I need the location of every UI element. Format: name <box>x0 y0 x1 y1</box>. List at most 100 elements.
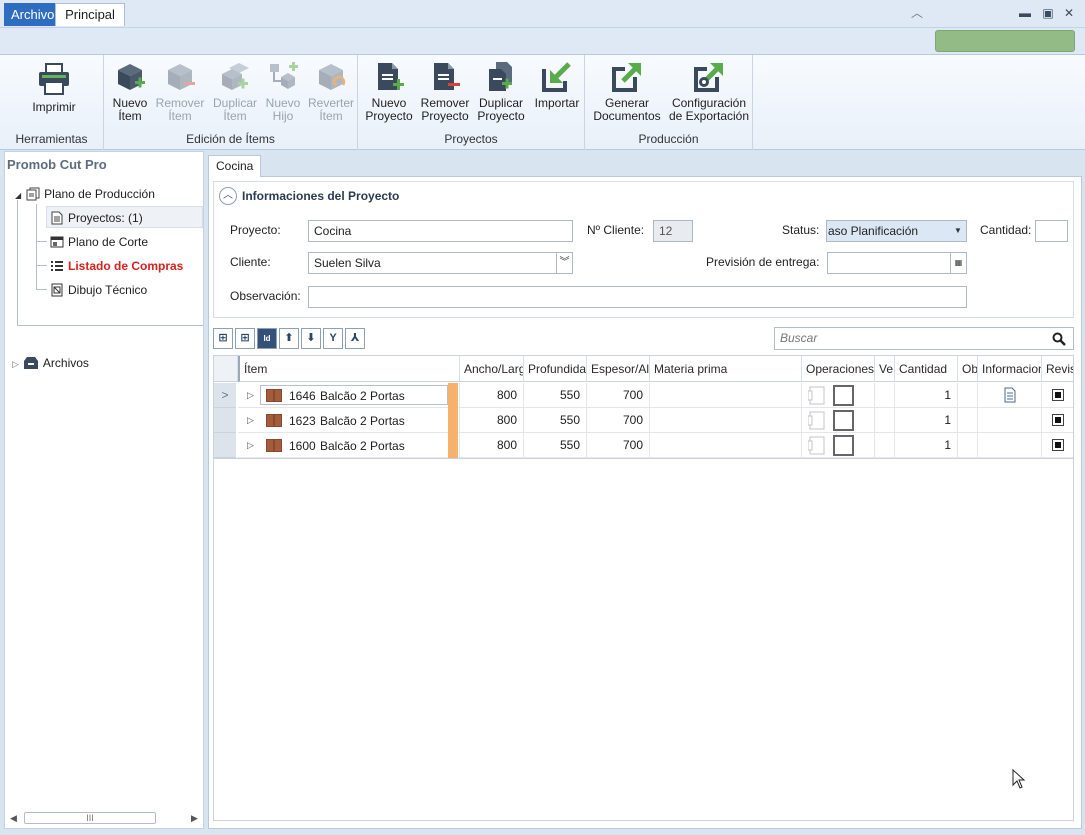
cell-espesor[interactable]: 700 <box>587 408 650 433</box>
tree-node-proyectos[interactable]: Proyectos: (1) <box>46 206 203 228</box>
scroll-left-icon[interactable]: ◀ <box>10 813 17 824</box>
generar-documentos-button[interactable]: Generar Documentos <box>591 61 663 123</box>
observacion-field[interactable] <box>308 286 967 308</box>
search-input[interactable]: Buscar <box>774 327 1074 350</box>
row-selector[interactable] <box>214 433 236 458</box>
cell-cantidad[interactable]: 1 <box>895 408 958 433</box>
expand-row-icon[interactable]: ▷ <box>247 389 257 401</box>
column-header-informacion[interactable]: Informacion <box>978 356 1042 382</box>
nuevo-item-button[interactable]: Nuevo Ítem <box>109 61 151 123</box>
archive-box-icon <box>23 357 38 369</box>
cell-espesor[interactable]: 700 <box>587 433 650 458</box>
search-icon[interactable] <box>1052 332 1066 346</box>
cell-materia[interactable] <box>650 408 802 433</box>
scroll-right-icon[interactable]: ▶ <box>191 813 198 824</box>
revertir-item-button[interactable]: Reverter Ítem <box>306 61 356 123</box>
remover-proyecto-button[interactable]: Remover Proyecto <box>419 61 471 123</box>
cell-ob[interactable] <box>958 383 978 408</box>
minimize-button[interactable]: ▬ <box>1018 6 1032 20</box>
cell-ancho[interactable]: 800 <box>460 383 524 408</box>
collapsed-triangle-icon[interactable]: ▷ <box>12 359 19 369</box>
config-label-2: de Exportación <box>668 109 750 123</box>
cell-cantidad[interactable]: 1 <box>895 383 958 408</box>
expand-all-icon[interactable]: ⊞ <box>213 328 233 349</box>
cell-ancho[interactable]: 800 <box>460 433 524 458</box>
prevision-field[interactable]: ▦ <box>827 252 967 274</box>
row-selector[interactable] <box>214 408 236 433</box>
status-dropdown[interactable]: aso Planificación ▼ <box>826 220 967 242</box>
tree-node-plano-produccion[interactable]: ◢ Plano de Producción <box>15 186 155 204</box>
calendar-icon[interactable]: ▦ <box>950 253 966 273</box>
tab-archivo[interactable]: Archivo <box>4 3 62 26</box>
dropdown-arrow-icon[interactable]: ▼ <box>950 221 966 241</box>
cabinet-icon <box>266 439 282 452</box>
expand-row-icon[interactable]: ▷ <box>247 439 257 451</box>
tree-node-archivos[interactable]: ▷ Archivos <box>12 355 89 372</box>
cell-ancho[interactable]: 800 <box>460 408 524 433</box>
duplicate-item-icon <box>222 63 249 90</box>
collapse-ribbon-icon[interactable]: ︿ <box>908 4 926 20</box>
revis-checkbox[interactable] <box>1052 414 1064 426</box>
cell-informacion[interactable] <box>978 408 1042 433</box>
cell-materia[interactable] <box>650 433 802 458</box>
column-header-item[interactable]: Ítem <box>238 356 460 382</box>
cell-ob[interactable] <box>958 408 978 433</box>
expand-row-icon[interactable]: ▷ <box>247 414 257 426</box>
double-chevron-down-icon[interactable]: ︾ <box>556 253 572 273</box>
info-document-icon[interactable] <box>1003 387 1017 403</box>
cliente-num-field[interactable]: 12 <box>653 220 693 242</box>
nuevo-hijo-button[interactable]: Nuevo Hijo <box>262 61 304 123</box>
configuracion-exportacion-button[interactable]: Configuración de Exportación <box>667 61 751 123</box>
arrow-down-icon[interactable]: ⬇ <box>301 328 321 349</box>
cell-informacion[interactable] <box>978 433 1042 458</box>
tree-node-plano-corte[interactable]: Plano de Corte <box>50 234 148 250</box>
arrow-up-icon[interactable]: ⬆ <box>279 328 299 349</box>
cell-profundidad[interactable]: 550 <box>524 408 587 433</box>
remover-item-button[interactable]: Remover Ítem <box>155 61 205 123</box>
collapse-chevron-icon[interactable]: ︿ <box>219 187 237 205</box>
remove-document-icon <box>434 63 460 90</box>
close-button[interactable]: ✕ <box>1062 6 1076 20</box>
id-toggle-button[interactable]: Id <box>257 328 277 349</box>
merge-icon[interactable]: Y <box>323 328 343 349</box>
cell-ve[interactable] <box>875 383 895 408</box>
duplicar-proyecto-button[interactable]: Duplicar Proyecto <box>475 61 527 123</box>
importar-button[interactable]: Importar <box>531 61 583 110</box>
cell-ve[interactable] <box>875 408 895 433</box>
column-header-materia[interactable]: Materia prima <box>650 356 802 382</box>
tree-node-listado-compras[interactable]: Listado de Compras <box>50 258 183 274</box>
cell-profundidad[interactable]: 550 <box>524 383 587 408</box>
horizontal-scrollbar-thumb[interactable]: III <box>24 812 156 824</box>
cell-cantidad[interactable]: 1 <box>895 433 958 458</box>
tab-principal[interactable]: Principal <box>55 3 125 26</box>
column-header-ob[interactable]: Ob <box>958 356 978 382</box>
cell-ve[interactable] <box>875 433 895 458</box>
expanded-triangle-icon[interactable]: ◢ <box>15 191 21 200</box>
nuevo-proyecto-button[interactable]: Nuevo Proyecto <box>364 61 414 123</box>
cell-ob[interactable] <box>958 433 978 458</box>
revis-checkbox[interactable] <box>1052 389 1064 401</box>
column-header-revis[interactable]: Revis <box>1042 356 1073 382</box>
add-row-icon[interactable]: ⊞ <box>235 328 255 349</box>
column-header-operaciones[interactable]: Operaciones <box>802 356 875 382</box>
tree-node-dibujo-tecnico[interactable]: Dibujo Técnico <box>50 282 147 298</box>
imprimir-button[interactable]: Imprimir <box>24 61 84 114</box>
maximize-button[interactable]: ▣ <box>1041 6 1055 20</box>
cliente-field[interactable]: Suelen Silva ︾ <box>308 252 573 274</box>
cantidad-field[interactable] <box>1035 220 1068 242</box>
column-header-espesor[interactable]: Espesor/Alto <box>587 356 650 382</box>
tab-cocina[interactable]: Cocina <box>208 155 262 177</box>
split-icon[interactable]: ⅄ <box>345 328 365 349</box>
cell-materia[interactable] <box>650 383 802 408</box>
nuevo-item-label-2: Ítem <box>118 109 142 123</box>
proyecto-field[interactable]: Cocina <box>308 220 573 242</box>
duplicar-item-button[interactable]: Duplicar Ítem <box>210 61 260 123</box>
column-header-cantidad[interactable]: Cantidad <box>895 356 958 382</box>
column-header-ve[interactable]: Ve <box>875 356 895 382</box>
column-header-profundidad[interactable]: Profundidad <box>524 356 587 382</box>
cell-espesor[interactable]: 700 <box>587 383 650 408</box>
column-header-ancho[interactable]: Ancho/Largo <box>460 356 524 382</box>
cell-profundidad[interactable]: 550 <box>524 433 587 458</box>
revis-checkbox[interactable] <box>1052 439 1064 451</box>
row-selector-current[interactable]: > <box>214 383 236 408</box>
